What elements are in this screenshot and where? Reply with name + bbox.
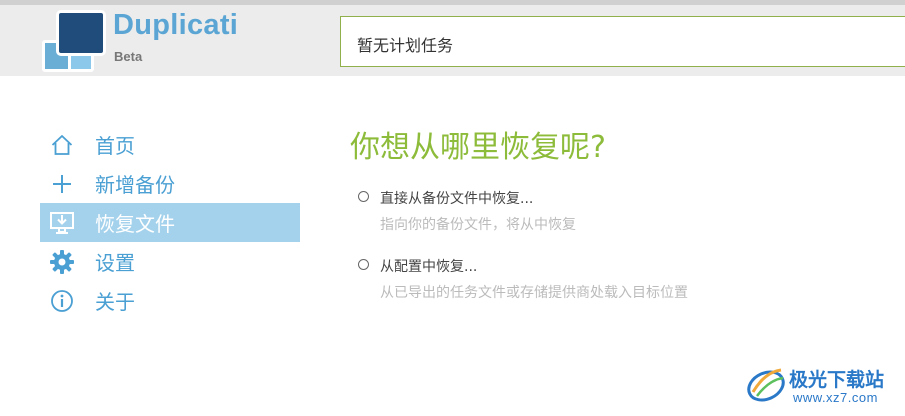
option-description: 指向你的备份文件，将从中恢复	[380, 217, 576, 233]
sidebar-item-label: 新增备份	[95, 173, 175, 197]
restore-icon	[49, 210, 75, 236]
option-label[interactable]: 直接从备份文件中恢复...	[380, 188, 533, 208]
status-box[interactable]: 暂无计划任务	[340, 16, 905, 67]
sidebar-item-label: 恢复文件	[95, 212, 175, 236]
duplicati-logo-icon[interactable]	[38, 10, 108, 72]
app-channel: Beta	[114, 49, 143, 64]
watermark-name: 极光下载站	[789, 370, 885, 391]
sidebar-item-label: 首页	[95, 134, 135, 158]
watermark-url: www.xz7.com	[793, 390, 878, 405]
sidebar-item-label: 设置	[95, 251, 135, 275]
plus-icon	[49, 171, 75, 197]
radio-config[interactable]	[358, 259, 369, 270]
logo-square-front	[56, 10, 106, 56]
aurora-logo-icon	[745, 362, 787, 404]
sidebar-item-label: 关于	[95, 290, 135, 314]
sidebar-item-restore[interactable]: 恢复文件	[40, 203, 300, 242]
radio-direct[interactable]	[358, 191, 369, 202]
home-icon	[49, 132, 75, 158]
status-text: 暂无计划任务	[357, 36, 454, 55]
option-label[interactable]: 从配置中恢复...	[380, 256, 477, 276]
sidebar-item-add-backup[interactable]: 新增备份	[40, 164, 300, 203]
gear-icon	[49, 249, 75, 275]
info-icon	[49, 288, 75, 314]
sidebar-nav: 首页 新增备份 恢复文件 设置 关于	[40, 125, 300, 320]
app-name: Duplicati	[113, 9, 239, 41]
option-description: 从已导出的任务文件或存储提供商处载入目标位置	[380, 285, 688, 301]
sidebar-item-home[interactable]: 首页	[40, 125, 300, 164]
sidebar-item-about[interactable]: 关于	[40, 281, 300, 320]
watermark: 极光下载站 www.xz7.com	[745, 362, 900, 412]
page-title: 你想从哪里恢复呢?	[350, 130, 606, 165]
sidebar-item-settings[interactable]: 设置	[40, 242, 300, 281]
